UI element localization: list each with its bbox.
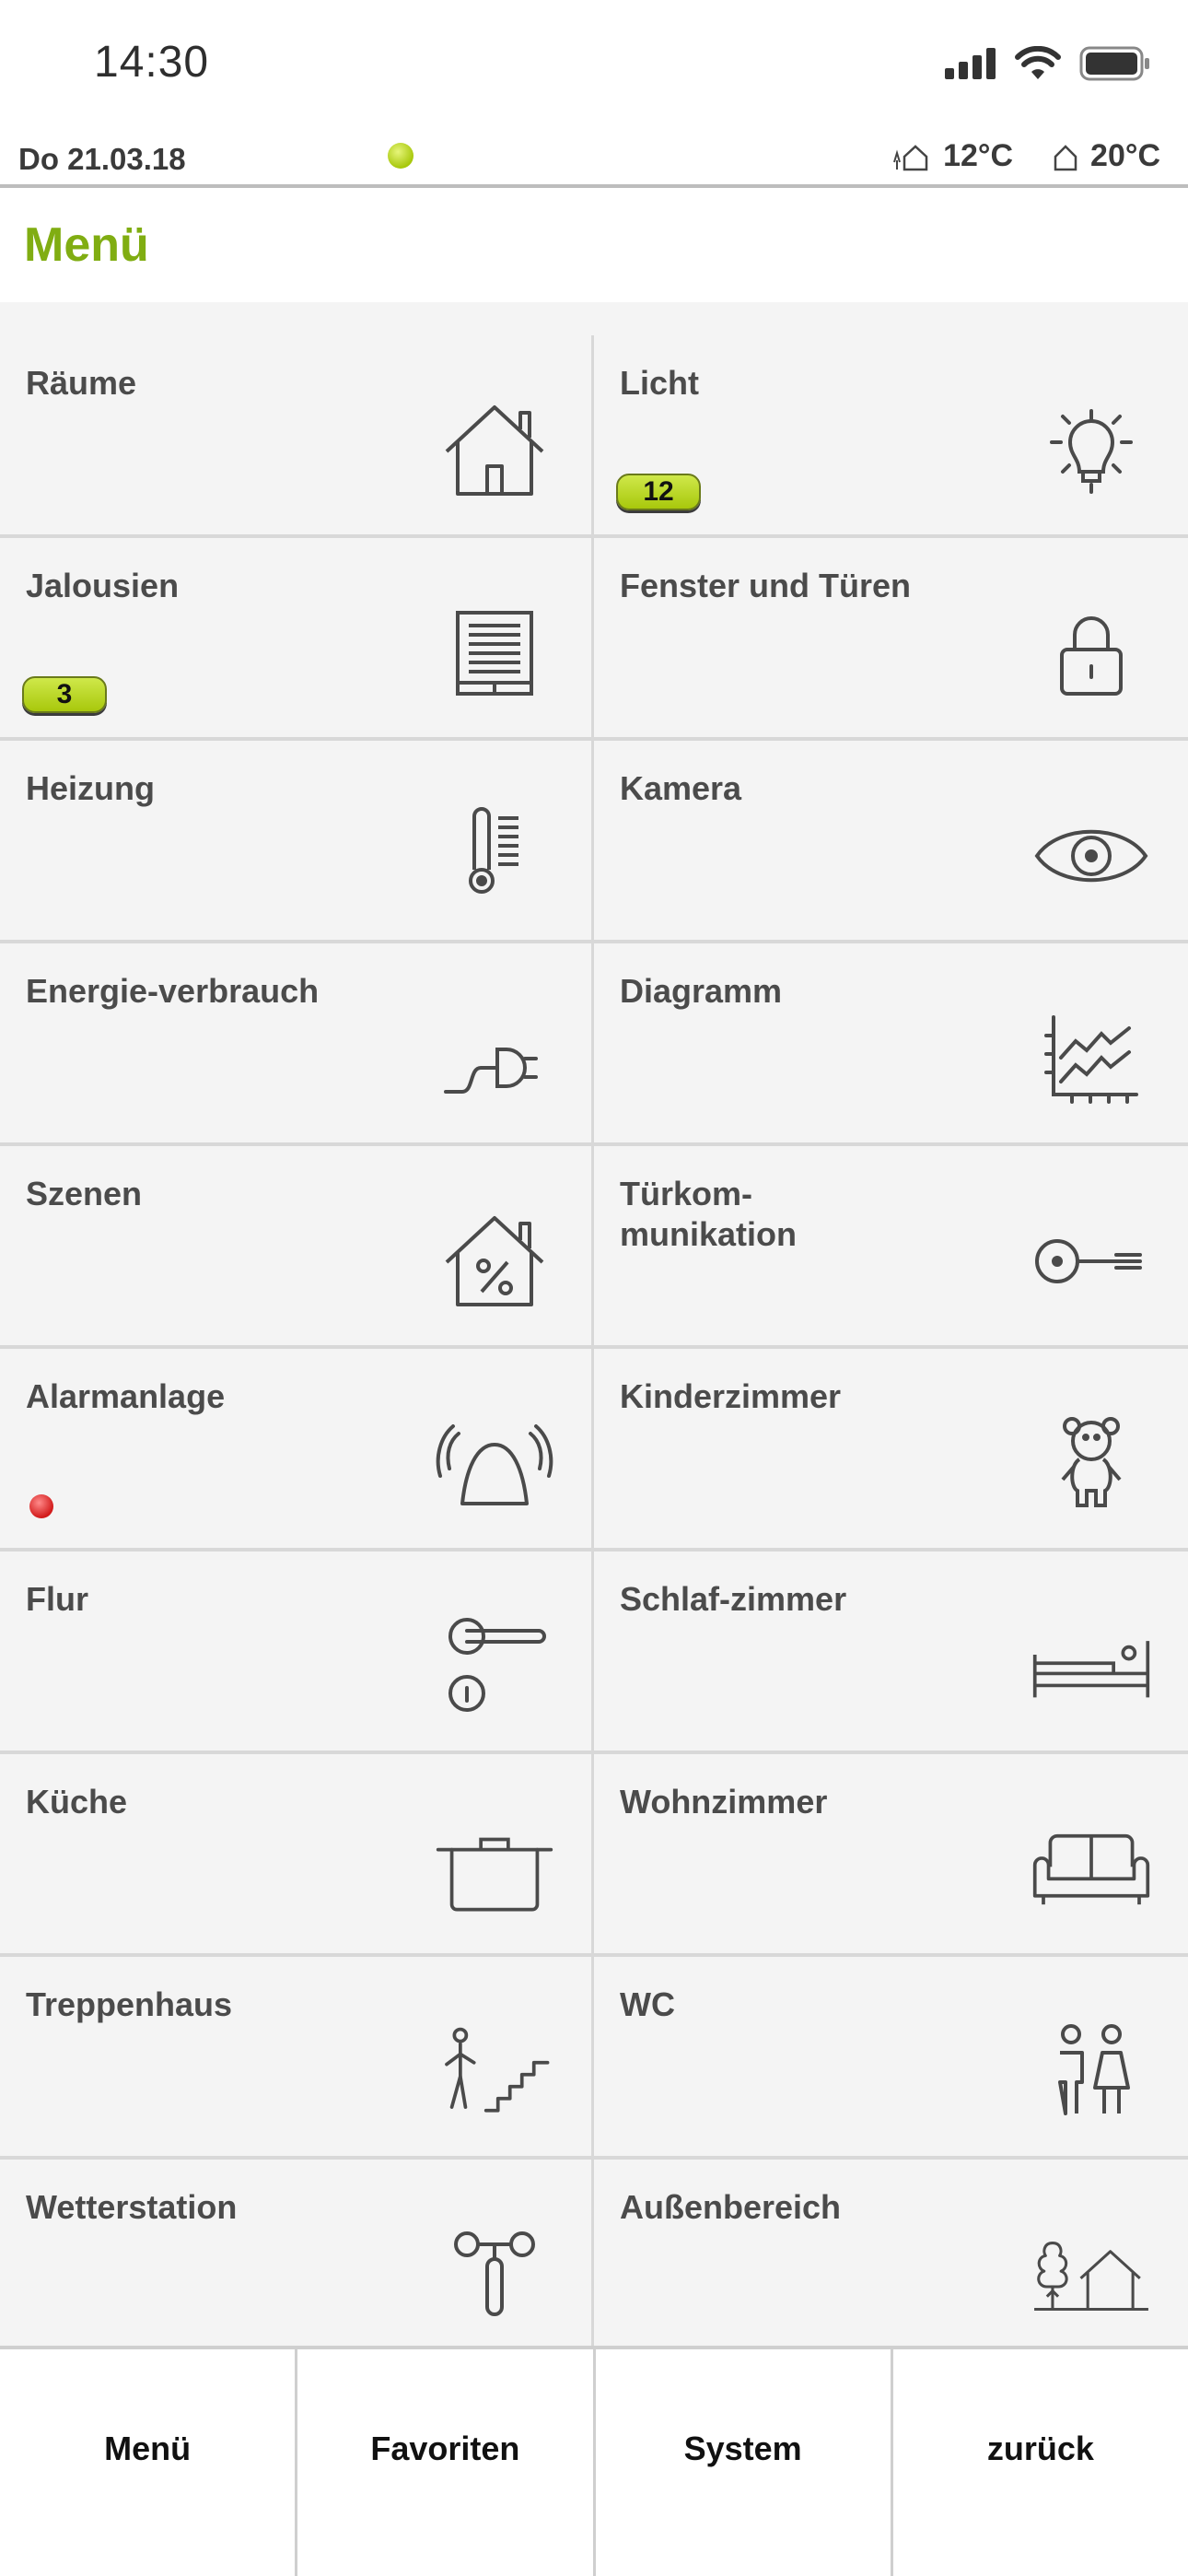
teddy-bear-icon <box>1031 1404 1151 1524</box>
tile-label: Szenen <box>26 1175 143 1212</box>
menu-row: Treppenhaus WC <box>0 1957 1188 2160</box>
house-percent-icon <box>435 1201 554 1321</box>
menu-row: Flur Schlaf-zimmer <box>0 1551 1188 1754</box>
menu-row: Räume Licht 12 <box>0 335 1188 538</box>
clock: 14:30 <box>94 38 210 87</box>
cooking-pot-icon <box>435 1809 554 1929</box>
outdoor-temperature: 12°C <box>943 138 1014 173</box>
wifi-icon <box>1015 46 1061 79</box>
tile-label: Jalousien <box>26 567 180 604</box>
outdoor-house-icon <box>893 144 928 170</box>
tile-tuerkommunikation[interactable]: Türkom- munikation <box>594 1146 1188 1345</box>
nav-back-label: zurück <box>986 2430 1094 2467</box>
tile-label: Wohnzimmer <box>620 1783 828 1821</box>
tile-label: Türkom- munikation <box>620 1175 798 1253</box>
connection-status-led <box>388 143 413 169</box>
alarm-status-led <box>29 1494 53 1518</box>
tile-treppenhaus[interactable]: Treppenhaus <box>0 1957 594 2156</box>
nav-back-button[interactable]: zurück <box>890 2349 1188 2576</box>
tile-label: Räume <box>26 364 137 402</box>
tile-wc[interactable]: WC <box>594 1957 1188 2156</box>
page-header: Menü <box>0 192 1188 302</box>
chart-icon <box>1031 999 1151 1118</box>
tile-wohnzimmer[interactable]: Wohnzimmer <box>594 1754 1188 1953</box>
lightbulb-icon <box>1031 391 1151 510</box>
tile-label: Alarmanlage <box>26 1377 226 1415</box>
nav-favorites-button[interactable]: Favoriten <box>295 2349 592 2576</box>
weather-station-icon <box>435 2215 554 2335</box>
plug-icon <box>435 999 554 1118</box>
nav-menu-button[interactable]: Menü <box>0 2349 295 2576</box>
count-badge: 12 <box>616 474 701 510</box>
tile-wetterstation[interactable]: Wetterstation <box>0 2160 594 2359</box>
tile-flur[interactable]: Flur <box>0 1551 594 1751</box>
battery-icon <box>1079 46 1149 81</box>
tile-licht[interactable]: Licht 12 <box>594 335 1188 534</box>
tile-kueche[interactable]: Küche <box>0 1754 594 1953</box>
tile-label: Energie-verbrauch <box>26 972 320 1010</box>
indoor-house-icon <box>1054 144 1077 170</box>
menu-row: Küche Wohnzimmer <box>0 1754 1188 1957</box>
date-label: Do 21.03.18 <box>18 142 186 176</box>
menu-row: Szenen Türkom- munikation <box>0 1146 1188 1349</box>
tile-alarmanlage[interactable]: Alarmanlage <box>0 1349 594 1548</box>
menu-row: Energie-verbrauch Diagramm <box>0 943 1188 1146</box>
door-handle-icon <box>435 1607 554 1727</box>
tile-label: Küche <box>26 1783 128 1821</box>
outdoor-tree-house-icon <box>1031 2215 1151 2335</box>
tile-jalousien[interactable]: Jalousien 3 <box>0 538 594 737</box>
alarm-bell-icon <box>435 1404 554 1524</box>
thermometer-icon <box>435 796 554 916</box>
key-icon <box>1031 1201 1151 1321</box>
sofa-icon <box>1031 1809 1151 1929</box>
tile-label: Kinderzimmer <box>620 1377 842 1415</box>
status-bar: 14:30 <box>0 0 1188 129</box>
menu-row: Jalousien 3 Fenster und Türen <box>0 538 1188 741</box>
tile-fenster-und-tueren[interactable]: Fenster und Türen <box>594 538 1188 737</box>
tile-label: Kamera <box>620 769 742 807</box>
menu-row: Wetterstation Außenbereich <box>0 2160 1188 2362</box>
tile-label: Heizung <box>26 769 155 807</box>
tile-label: Fenster und Türen <box>620 567 912 604</box>
tile-energie-verbrauch[interactable]: Energie-verbrauch <box>0 943 594 1142</box>
tile-kamera[interactable]: Kamera <box>594 741 1188 940</box>
tile-label: Treppenhaus <box>26 1985 233 2023</box>
nav-system-label: System <box>683 2430 802 2467</box>
temperature-readout: 12°C 20°C <box>891 138 1160 174</box>
lock-icon <box>1031 593 1151 713</box>
tile-heizung[interactable]: Heizung <box>0 741 594 940</box>
blind-icon <box>435 593 554 713</box>
count-badge: 3 <box>22 676 107 713</box>
tile-label: Schlaf-zimmer <box>620 1580 847 1618</box>
tile-label: Flur <box>26 1580 88 1618</box>
tile-diagramm[interactable]: Diagramm <box>594 943 1188 1142</box>
tile-label: WC <box>620 1985 675 2023</box>
signal-icon <box>945 48 996 79</box>
nav-menu-label: Menü <box>104 2430 192 2467</box>
stairs-icon <box>435 2012 554 2132</box>
toilet-people-icon <box>1031 2012 1151 2132</box>
bottom-navigation: Menü Favoriten System zurück <box>0 2346 1188 2576</box>
tile-label: Licht <box>620 364 699 402</box>
info-bar: Do 21.03.18 12°C 20°C <box>0 129 1188 188</box>
house-icon <box>435 391 554 510</box>
tile-schlafzimmer[interactable]: Schlaf-zimmer <box>594 1551 1188 1751</box>
tile-label: Außenbereich <box>620 2188 842 2226</box>
tile-raeume[interactable]: Räume <box>0 335 594 534</box>
menu-grid: Räume Licht 12 Jalousien 3 Fenster und T… <box>0 302 1188 2362</box>
nav-favorites-label: Favoriten <box>370 2430 520 2467</box>
eye-icon <box>1031 796 1151 916</box>
tile-aussenbereich[interactable]: Außenbereich <box>594 2160 1188 2359</box>
indoor-temperature: 20°C <box>1090 138 1160 173</box>
tile-label: Diagramm <box>620 972 783 1010</box>
status-icons <box>945 46 1151 81</box>
tile-szenen[interactable]: Szenen <box>0 1146 594 1345</box>
tile-label: Wetterstation <box>26 2188 238 2226</box>
page-title: Menü <box>24 218 149 272</box>
bed-icon <box>1031 1607 1151 1727</box>
nav-system-button[interactable]: System <box>592 2349 891 2576</box>
tile-kinderzimmer[interactable]: Kinderzimmer <box>594 1349 1188 1548</box>
menu-row: Alarmanlage Kinderzimmer <box>0 1349 1188 1551</box>
menu-row: Heizung Kamera <box>0 741 1188 943</box>
